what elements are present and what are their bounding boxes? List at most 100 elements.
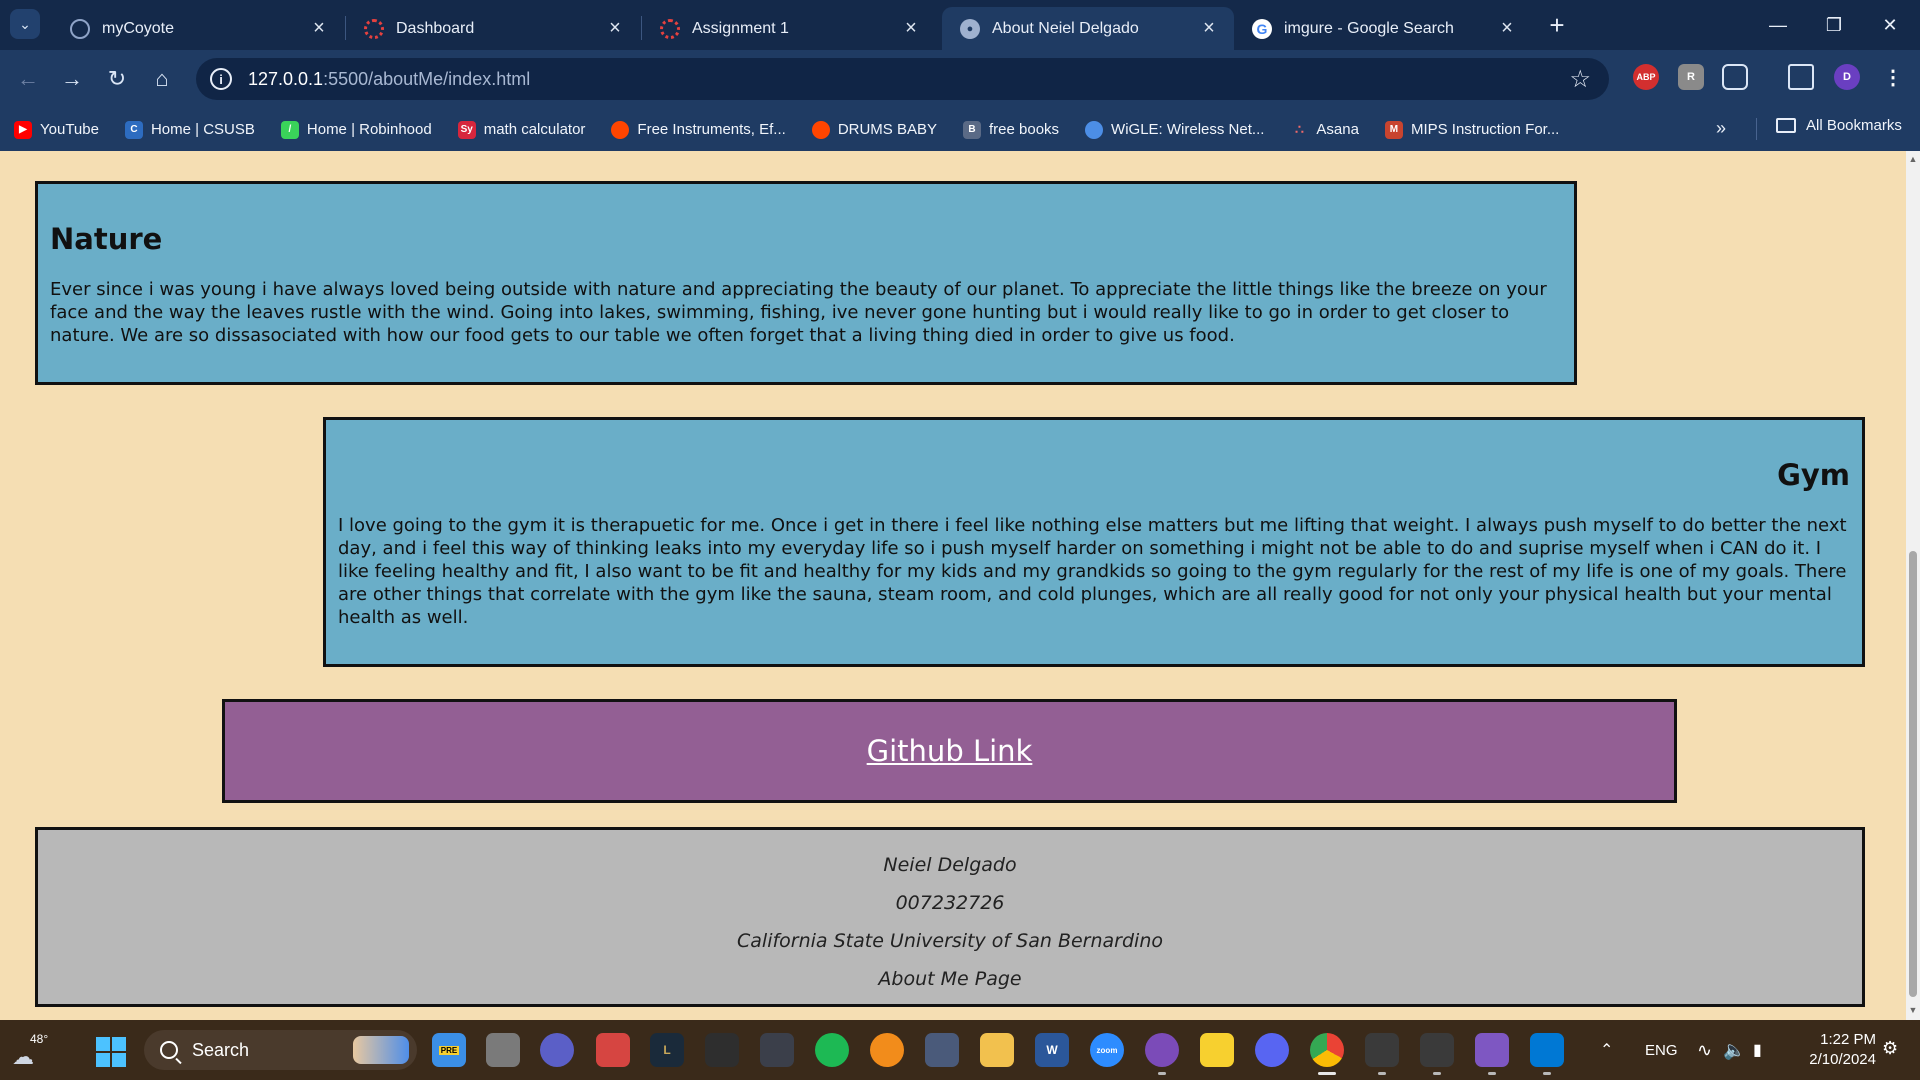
discord-icon[interactable] bbox=[1255, 1033, 1289, 1067]
notification-bell-icon[interactable]: ⚙ bbox=[1882, 1038, 1898, 1059]
youtube-icon: ▶ bbox=[14, 120, 32, 139]
menu-kebab-icon[interactable]: ⋮ bbox=[1880, 64, 1906, 90]
battery-icon[interactable]: ▮ bbox=[1753, 1020, 1762, 1080]
vertical-scrollbar[interactable]: ▲ ▼ bbox=[1906, 151, 1920, 1020]
show-hidden-icons-chevron-icon[interactable]: ⌃ bbox=[1600, 1020, 1613, 1080]
new-tab-button[interactable]: + bbox=[1542, 10, 1572, 40]
address-bar[interactable]: i 127.0.0.1:5500/aboutMe/index.html ☆ bbox=[196, 58, 1609, 100]
windows-logo-icon bbox=[112, 1037, 126, 1051]
clock-date: 2/10/2024 bbox=[1809, 1051, 1876, 1068]
bookmark-label: YouTube bbox=[40, 121, 99, 138]
globe-icon: ● bbox=[960, 18, 980, 39]
bookmark-robinhood[interactable]: / Home | Robinhood bbox=[280, 120, 432, 139]
bookmark-wigle[interactable]: WiGLE: Wireless Net... bbox=[1085, 120, 1264, 139]
url-text[interactable]: 127.0.0.1:5500/aboutMe/index.html bbox=[248, 69, 530, 90]
tab-about-neiel-delgado[interactable]: ● About Neiel Delgado × bbox=[942, 7, 1234, 50]
windows-logo-icon bbox=[112, 1053, 126, 1067]
tab-title: Dashboard bbox=[396, 19, 475, 37]
visual-studio-icon[interactable] bbox=[1475, 1033, 1509, 1075]
chrome-icon[interactable] bbox=[1310, 1033, 1344, 1075]
minecraft-icon[interactable] bbox=[705, 1033, 739, 1067]
bookmark-label: DRUMS BABY bbox=[837, 121, 937, 138]
url-host: 127.0.0.1 bbox=[248, 68, 324, 89]
reddit-icon bbox=[611, 120, 630, 139]
window-close-button[interactable]: ✕ bbox=[1862, 4, 1918, 46]
tab-google-search[interactable]: G imgure - Google Search × bbox=[1234, 7, 1532, 50]
search-placeholder: Search bbox=[192, 1039, 250, 1060]
sticky-notes-icon[interactable] bbox=[1200, 1033, 1234, 1067]
bookmark-csusb[interactable]: C Home | CSUSB bbox=[124, 120, 255, 139]
meet-icon[interactable] bbox=[540, 1033, 574, 1067]
task-view-icon[interactable] bbox=[486, 1033, 520, 1067]
word-icon[interactable]: W bbox=[1035, 1033, 1069, 1067]
vscode-icon[interactable] bbox=[1530, 1033, 1564, 1075]
extensions-puzzle-icon[interactable] bbox=[1722, 64, 1748, 90]
zoom-icon[interactable]: zoom bbox=[1090, 1033, 1124, 1067]
calculator-icon[interactable] bbox=[925, 1033, 959, 1067]
bookmark-drums-baby[interactable]: DRUMS BABY bbox=[811, 120, 937, 139]
tab-dashboard[interactable]: Dashboard × bbox=[346, 7, 640, 50]
tab-mycoyote[interactable]: myCoyote × bbox=[52, 7, 344, 50]
tab-assignment-1[interactable]: Assignment 1 × bbox=[642, 7, 936, 50]
back-button[interactable]: ← bbox=[12, 63, 44, 95]
close-icon[interactable]: × bbox=[1496, 17, 1518, 40]
scrollbar-thumb[interactable] bbox=[1909, 551, 1917, 997]
bookmark-math-calculator[interactable]: Sy math calculator bbox=[457, 120, 585, 139]
fl-studio-icon[interactable] bbox=[870, 1033, 904, 1067]
weather-widget[interactable]: ☁ 48° bbox=[10, 1030, 52, 1070]
unity-icon[interactable] bbox=[1365, 1033, 1399, 1075]
language-indicator[interactable]: ENG bbox=[1645, 1020, 1678, 1080]
browser-chrome: ⌄ myCoyote × Dashboard × Assignment 1 × … bbox=[0, 0, 1920, 151]
bookmark-mips[interactable]: M MIPS Instruction For... bbox=[1384, 120, 1559, 139]
asana-icon: ∴ bbox=[1294, 121, 1304, 137]
symbolab-icon: Sy bbox=[457, 120, 476, 139]
extension-icon[interactable]: R bbox=[1678, 64, 1704, 90]
nature-section: Nature Ever since i was young i have alw… bbox=[35, 181, 1577, 385]
league-icon[interactable]: L bbox=[650, 1033, 684, 1067]
wifi-icon[interactable]: ∿ bbox=[1697, 1020, 1712, 1080]
home-button[interactable]: ⌂ bbox=[146, 63, 178, 95]
scroll-up-arrow-icon[interactable]: ▲ bbox=[1908, 154, 1918, 166]
bookmarks-bar: ▶ YouTube C Home | CSUSB / Home | Robinhood… bbox=[0, 108, 1920, 151]
clock-time: 1:22 PM bbox=[1820, 1031, 1876, 1048]
taskbar-search[interactable]: Search bbox=[144, 1030, 417, 1070]
github-link[interactable]: Github Link bbox=[867, 734, 1033, 768]
site-info-icon[interactable]: i bbox=[210, 68, 232, 90]
footer-page-name: About Me Page bbox=[878, 968, 1022, 990]
github-desktop-icon[interactable] bbox=[1145, 1033, 1179, 1075]
windows-logo-icon bbox=[96, 1037, 110, 1051]
bookmark-label: Home | Robinhood bbox=[306, 121, 432, 138]
volume-icon[interactable]: 🔈 bbox=[1723, 1020, 1745, 1080]
tab-search-button[interactable]: ⌄ bbox=[10, 9, 40, 39]
more-bookmarks-chevron-icon[interactable]: » bbox=[1716, 118, 1726, 139]
close-icon[interactable]: × bbox=[900, 17, 922, 40]
file-explorer-icon[interactable] bbox=[980, 1033, 1014, 1067]
close-icon[interactable]: × bbox=[1198, 17, 1220, 40]
profile-avatar[interactable]: D bbox=[1834, 64, 1860, 90]
system-clock[interactable]: 1:22 PM 2/10/2024 bbox=[1784, 1030, 1876, 1070]
forward-button[interactable]: → bbox=[56, 63, 88, 95]
bookmark-youtube[interactable]: ▶ YouTube bbox=[14, 120, 99, 139]
all-bookmarks-button[interactable]: All Bookmarks bbox=[1776, 117, 1902, 134]
bookmark-asana[interactable]: ∴ Asana bbox=[1290, 121, 1359, 139]
close-icon[interactable]: × bbox=[308, 17, 330, 40]
reload-button[interactable]: ↻ bbox=[101, 63, 133, 95]
spotify-icon[interactable] bbox=[815, 1033, 849, 1067]
side-panel-icon[interactable] bbox=[1788, 64, 1814, 90]
game-icon[interactable] bbox=[760, 1033, 794, 1067]
bookmark-free-books[interactable]: Bfree books bbox=[963, 120, 1059, 139]
scroll-down-arrow-icon[interactable]: ▼ bbox=[1908, 1005, 1918, 1017]
copilot-icon[interactable]: PRE bbox=[432, 1033, 466, 1067]
popcorn-icon[interactable] bbox=[596, 1033, 630, 1067]
bookmark-star-icon[interactable]: ☆ bbox=[1569, 65, 1591, 94]
search-highlight-image bbox=[353, 1036, 409, 1064]
bookmark-free-instruments[interactable]: Free Instruments, Ef... bbox=[611, 120, 786, 139]
start-button[interactable] bbox=[96, 1037, 126, 1067]
adblock-plus-icon[interactable]: ABP bbox=[1633, 64, 1659, 90]
unity-hub-icon[interactable] bbox=[1420, 1033, 1454, 1075]
close-icon[interactable]: × bbox=[604, 17, 626, 40]
csusb-icon: C bbox=[124, 120, 143, 139]
minimize-button[interactable]: — bbox=[1750, 4, 1806, 46]
restore-button[interactable]: ❐ bbox=[1806, 4, 1862, 46]
canvas-icon bbox=[364, 18, 384, 39]
